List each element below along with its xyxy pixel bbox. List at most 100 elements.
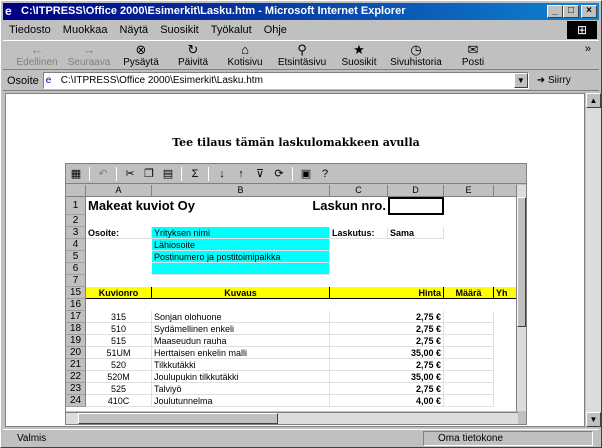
home-button[interactable]: ⌂ Kotisivu: [219, 41, 271, 68]
product-price-cell[interactable]: 2,75 €: [330, 311, 444, 323]
product-price-cell[interactable]: 4,00 €: [330, 395, 444, 407]
row-header[interactable]: 1: [66, 197, 86, 215]
product-code-cell[interactable]: 51UM: [86, 347, 152, 359]
column-header-e[interactable]: E: [444, 185, 494, 197]
copy-icon[interactable]: ❐: [141, 166, 157, 182]
company-name-field[interactable]: Yrityksen nimi: [152, 227, 330, 239]
chevron-more-icon[interactable]: »: [585, 43, 591, 55]
row-header[interactable]: 17: [66, 311, 86, 323]
product-description-cell[interactable]: Talviyö: [152, 383, 330, 395]
autosum-icon[interactable]: Σ: [187, 166, 203, 182]
row-header[interactable]: 6: [66, 263, 86, 275]
product-quantity-cell[interactable]: [444, 359, 494, 371]
back-button[interactable]: ← Edellinen: [11, 41, 63, 68]
paste-icon[interactable]: ▤: [160, 166, 176, 182]
product-quantity-cell[interactable]: [444, 371, 494, 383]
scroll-down-icon[interactable]: ▼: [586, 412, 601, 427]
product-description-cell[interactable]: Sonjan olohuone: [152, 311, 330, 323]
product-code-cell[interactable]: 410C: [86, 395, 152, 407]
row-header[interactable]: 21: [66, 359, 86, 371]
column-header-b[interactable]: B: [152, 185, 330, 197]
invoice-number-cell[interactable]: [388, 197, 444, 215]
header-code[interactable]: Kuvionro: [86, 287, 152, 299]
maximize-button[interactable]: □: [563, 5, 579, 18]
row-header[interactable]: 15: [66, 287, 86, 299]
spreadsheet-grid[interactable]: A B C D E 1 Makeat kuviot Oy Laskun nro.…: [66, 185, 518, 411]
menu-tools[interactable]: Työkalut: [211, 24, 252, 36]
favorites-button[interactable]: ★ Suosikit: [333, 41, 385, 68]
product-quantity-cell[interactable]: [444, 323, 494, 335]
row-header[interactable]: 22: [66, 371, 86, 383]
row-header[interactable]: 23: [66, 383, 86, 395]
row-header[interactable]: 7: [66, 275, 86, 287]
column-header-d[interactable]: D: [388, 185, 444, 197]
address-label-cell[interactable]: Osoite:: [86, 227, 152, 239]
refresh-button[interactable]: ↻ Päivitä: [167, 41, 219, 68]
billing-label-cell[interactable]: Laskutus:: [330, 227, 388, 239]
product-price-cell[interactable]: 2,75 €: [330, 335, 444, 347]
address-blank-field[interactable]: [152, 263, 330, 275]
scroll-thumb[interactable]: [517, 197, 526, 327]
sort-descending-icon[interactable]: ↑: [233, 166, 249, 182]
product-price-cell[interactable]: 2,75 €: [330, 383, 444, 395]
help-icon[interactable]: ?: [317, 166, 333, 182]
product-quantity-cell[interactable]: [444, 395, 494, 407]
menu-favorites[interactable]: Suosikit: [160, 24, 199, 36]
column-header-a[interactable]: A: [86, 185, 152, 197]
search-button[interactable]: ⚲ Etsintäsivu: [271, 41, 333, 68]
office-logo-icon[interactable]: ▦: [68, 166, 84, 182]
billing-value-cell[interactable]: Sama: [388, 227, 444, 239]
scroll-thumb[interactable]: [78, 413, 278, 424]
autofilter-icon[interactable]: ⊽: [252, 166, 268, 182]
postal-code-field[interactable]: Postinumero ja postitoimipaikka: [152, 251, 330, 263]
product-code-cell[interactable]: 525: [86, 383, 152, 395]
row-header[interactable]: 2: [66, 215, 86, 227]
row-header[interactable]: 18: [66, 323, 86, 335]
address-input[interactable]: e C:\ITPRESS\Office 2000\Esimerkit\Lasku…: [42, 72, 529, 89]
sheet-vertical-scrollbar[interactable]: [516, 185, 526, 411]
row-header[interactable]: 20: [66, 347, 86, 359]
product-quantity-cell[interactable]: [444, 335, 494, 347]
invoice-number-label[interactable]: Laskun nro.: [290, 197, 388, 215]
product-code-cell[interactable]: 510: [86, 323, 152, 335]
header-price[interactable]: Hinta: [330, 287, 444, 299]
product-description-cell[interactable]: Maaseudun rauha: [152, 335, 330, 347]
go-button[interactable]: ➜ Siirry: [537, 75, 571, 86]
spreadsheet-component[interactable]: ▦ ↶ ✂ ❐ ▤ Σ ↓ ↑ ⊽ ⟳ ▣ ? A B C D E 1 Make…: [65, 163, 527, 425]
product-quantity-cell[interactable]: [444, 383, 494, 395]
header-description[interactable]: Kuvaus: [152, 287, 330, 299]
product-price-cell[interactable]: 2,75 €: [330, 359, 444, 371]
header-quantity[interactable]: Määrä: [444, 287, 494, 299]
close-button[interactable]: ×: [581, 5, 597, 18]
product-quantity-cell[interactable]: [444, 311, 494, 323]
product-code-cell[interactable]: 520M: [86, 371, 152, 383]
menu-help[interactable]: Ohje: [264, 24, 287, 36]
product-code-cell[interactable]: 520: [86, 359, 152, 371]
forward-button[interactable]: → Seuraava: [63, 41, 115, 68]
header-total[interactable]: Yh: [494, 287, 518, 299]
row-header[interactable]: 19: [66, 335, 86, 347]
stop-button[interactable]: ⊗ Pysäytä: [115, 41, 167, 68]
cut-icon[interactable]: ✂: [122, 166, 138, 182]
product-description-cell[interactable]: Herttaisen enkelin malli: [152, 347, 330, 359]
column-header-c[interactable]: C: [330, 185, 388, 197]
product-price-cell[interactable]: 2,75 €: [330, 323, 444, 335]
row-header[interactable]: 24: [66, 395, 86, 407]
product-description-cell[interactable]: Joulutunnelma: [152, 395, 330, 407]
product-description-cell[interactable]: Tilkkutäkki: [152, 359, 330, 371]
mail-button[interactable]: ✉ Posti: [447, 41, 499, 68]
street-address-field[interactable]: Lähiosoite: [152, 239, 330, 251]
export-icon[interactable]: ▣: [298, 166, 314, 182]
refresh-data-icon[interactable]: ⟳: [271, 166, 287, 182]
corner-cell[interactable]: [66, 185, 86, 197]
chevron-down-icon[interactable]: ▼: [513, 73, 528, 88]
product-description-cell[interactable]: Joulupukin tilkkutäkki: [152, 371, 330, 383]
menu-view[interactable]: Näytä: [119, 24, 148, 36]
undo-icon[interactable]: ↶: [95, 166, 111, 182]
product-price-cell[interactable]: 35,00 €: [330, 347, 444, 359]
menu-edit[interactable]: Muokkaa: [63, 24, 108, 36]
product-quantity-cell[interactable]: [444, 347, 494, 359]
menu-file[interactable]: Tiedosto: [9, 24, 51, 36]
sort-ascending-icon[interactable]: ↓: [214, 166, 230, 182]
row-header[interactable]: 3: [66, 227, 86, 239]
